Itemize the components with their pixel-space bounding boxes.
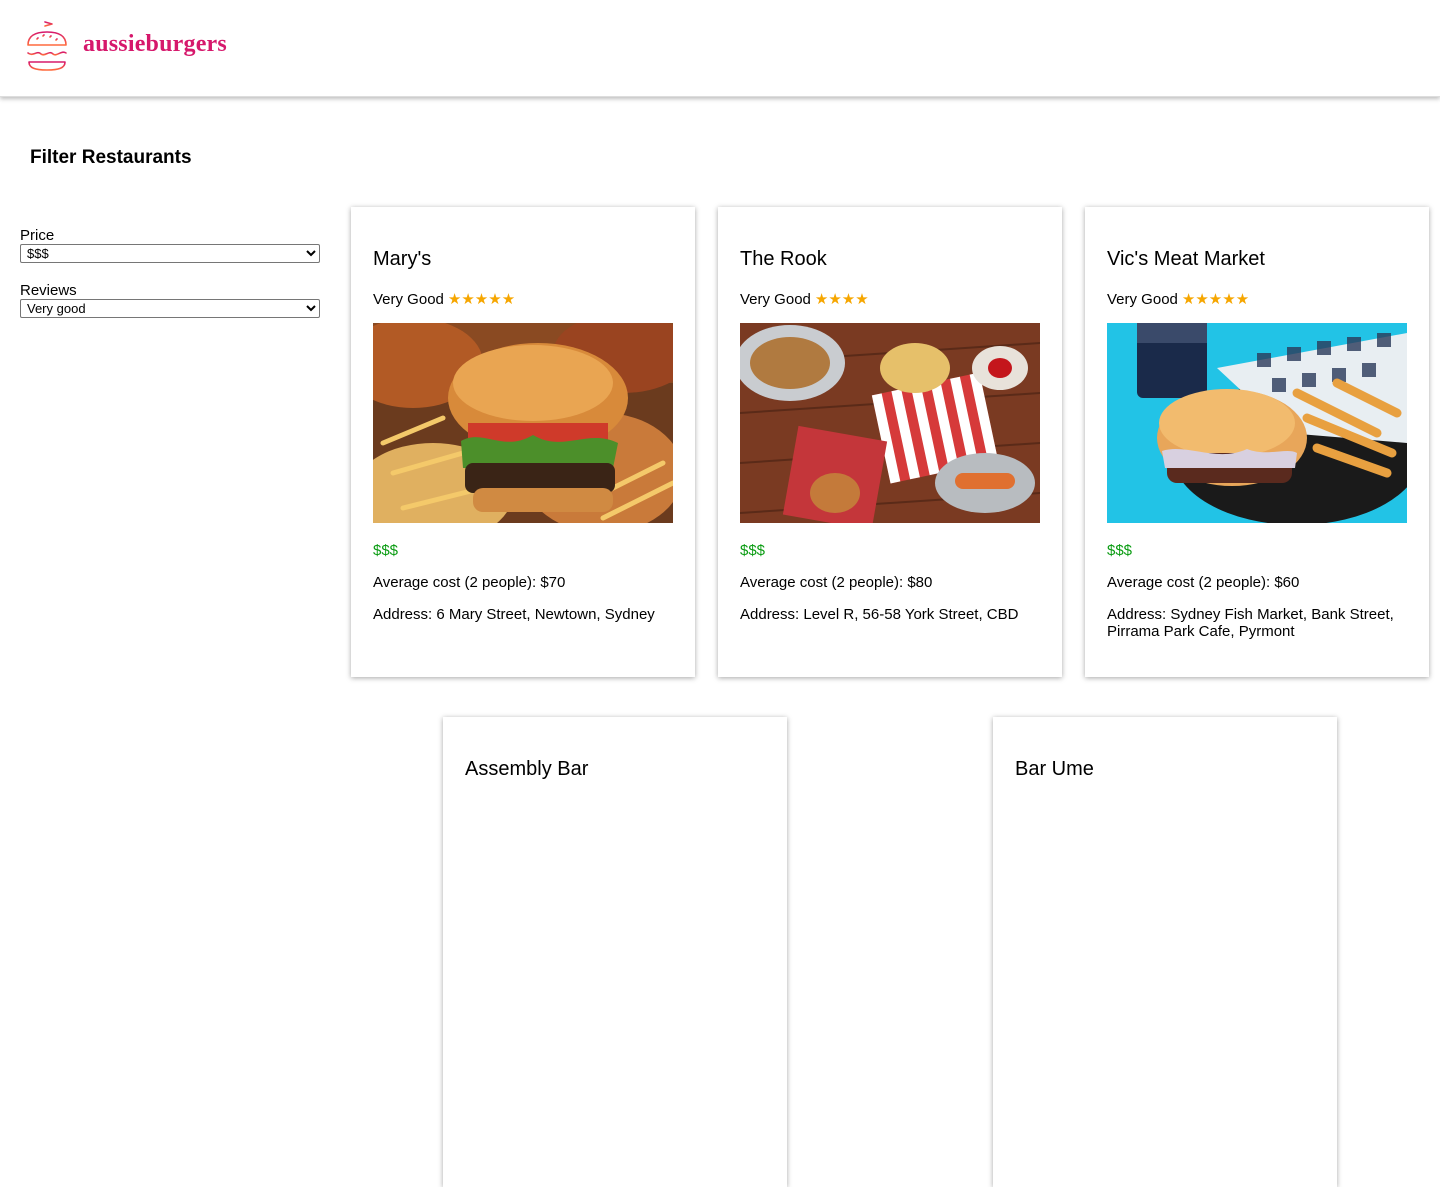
price-level: $$$ [1107, 542, 1133, 559]
restaurant-name[interactable]: Bar Ume [1015, 758, 1094, 781]
restaurant-name[interactable]: Vic's Meat Market [1107, 248, 1265, 271]
rating-text: Very Good [1107, 291, 1178, 308]
rating-text: Very Good [373, 291, 444, 308]
star-rating: ★ ★ ★ ★ [815, 292, 869, 307]
site-header: aussieburgers [0, 0, 1440, 97]
star-icon: ★ [1235, 291, 1250, 308]
average-cost: Average cost (2 people): $60 [1107, 574, 1300, 591]
restaurant-name[interactable]: Mary's [373, 248, 431, 271]
rating-text: Very Good [740, 291, 811, 308]
filter-title: Filter Restaurants [30, 147, 192, 168]
rating: Very Good ★ ★ ★ ★ ★ [373, 291, 515, 308]
address: Address: Level R, 56-58 York Street, CBD [740, 606, 1019, 623]
star-rating: ★ ★ ★ ★ ★ [1182, 292, 1249, 307]
price-label: Price [20, 227, 55, 244]
average-cost: Average cost (2 people): $70 [373, 574, 566, 591]
table-spread-photo [740, 323, 1040, 523]
restaurant-name[interactable]: Assembly Bar [465, 758, 588, 781]
price-select[interactable]: $$$ [20, 244, 320, 263]
logo[interactable]: aussieburgers [25, 20, 227, 74]
burger-basket-photo [1107, 323, 1407, 523]
star-icon: ★ [814, 291, 829, 308]
star-icon: ★ [1208, 291, 1223, 308]
reviews-filter: Reviews Very good [20, 283, 320, 318]
logo-text: aussieburgers [83, 30, 227, 57]
restaurant-card[interactable]: The Rook Very Good ★ ★ ★ ★ $$$ Average c… [718, 207, 1062, 677]
restaurant-card[interactable]: Bar Ume [993, 717, 1337, 1187]
average-cost: Average cost (2 people): $80 [740, 574, 933, 591]
star-icon: ★ [461, 291, 475, 308]
star-icon: ★ [474, 291, 489, 308]
restaurant-card[interactable]: Vic's Meat Market Very Good ★ ★ ★ ★ ★ $$… [1085, 207, 1429, 677]
burger-photo [373, 323, 673, 523]
price-filter: Price $$$ [20, 228, 320, 263]
rating: Very Good ★ ★ ★ ★ [740, 291, 869, 308]
star-icon: ★ [447, 291, 462, 308]
star-icon: ★ [501, 291, 516, 308]
restaurant-image [740, 323, 1040, 523]
reviews-select[interactable]: Very good [20, 299, 320, 318]
restaurant-card[interactable]: Mary's Very Good ★ ★ ★ ★ ★ $$$ Average cost … [351, 207, 695, 677]
rating: Very Good ★ ★ ★ ★ ★ [1107, 291, 1249, 308]
star-icon: ★ [841, 291, 856, 308]
price-level: $$$ [740, 542, 766, 559]
star-icon: ★ [1222, 291, 1236, 308]
restaurant-name[interactable]: The Rook [740, 248, 827, 271]
burger-logo-icon [26, 21, 68, 71]
address: Address: 6 Mary Street, Newtown, Sydney [373, 606, 655, 623]
star-icon: ★ [488, 291, 502, 308]
star-icon: ★ [1181, 291, 1196, 308]
star-icon: ★ [855, 291, 869, 308]
restaurant-image [373, 323, 673, 523]
price-level: $$$ [373, 542, 399, 559]
star-icon: ★ [1195, 291, 1209, 308]
restaurant-image [1107, 323, 1407, 523]
reviews-label: Reviews [20, 282, 77, 299]
filters-panel: Price $$$ Reviews Very good [20, 228, 320, 338]
star-rating: ★ ★ ★ ★ ★ [448, 292, 515, 307]
star-icon: ★ [828, 291, 842, 308]
address: Address: Sydney Fish Market, Bank Street… [1107, 606, 1394, 640]
restaurant-card[interactable]: Assembly Bar [443, 717, 787, 1187]
